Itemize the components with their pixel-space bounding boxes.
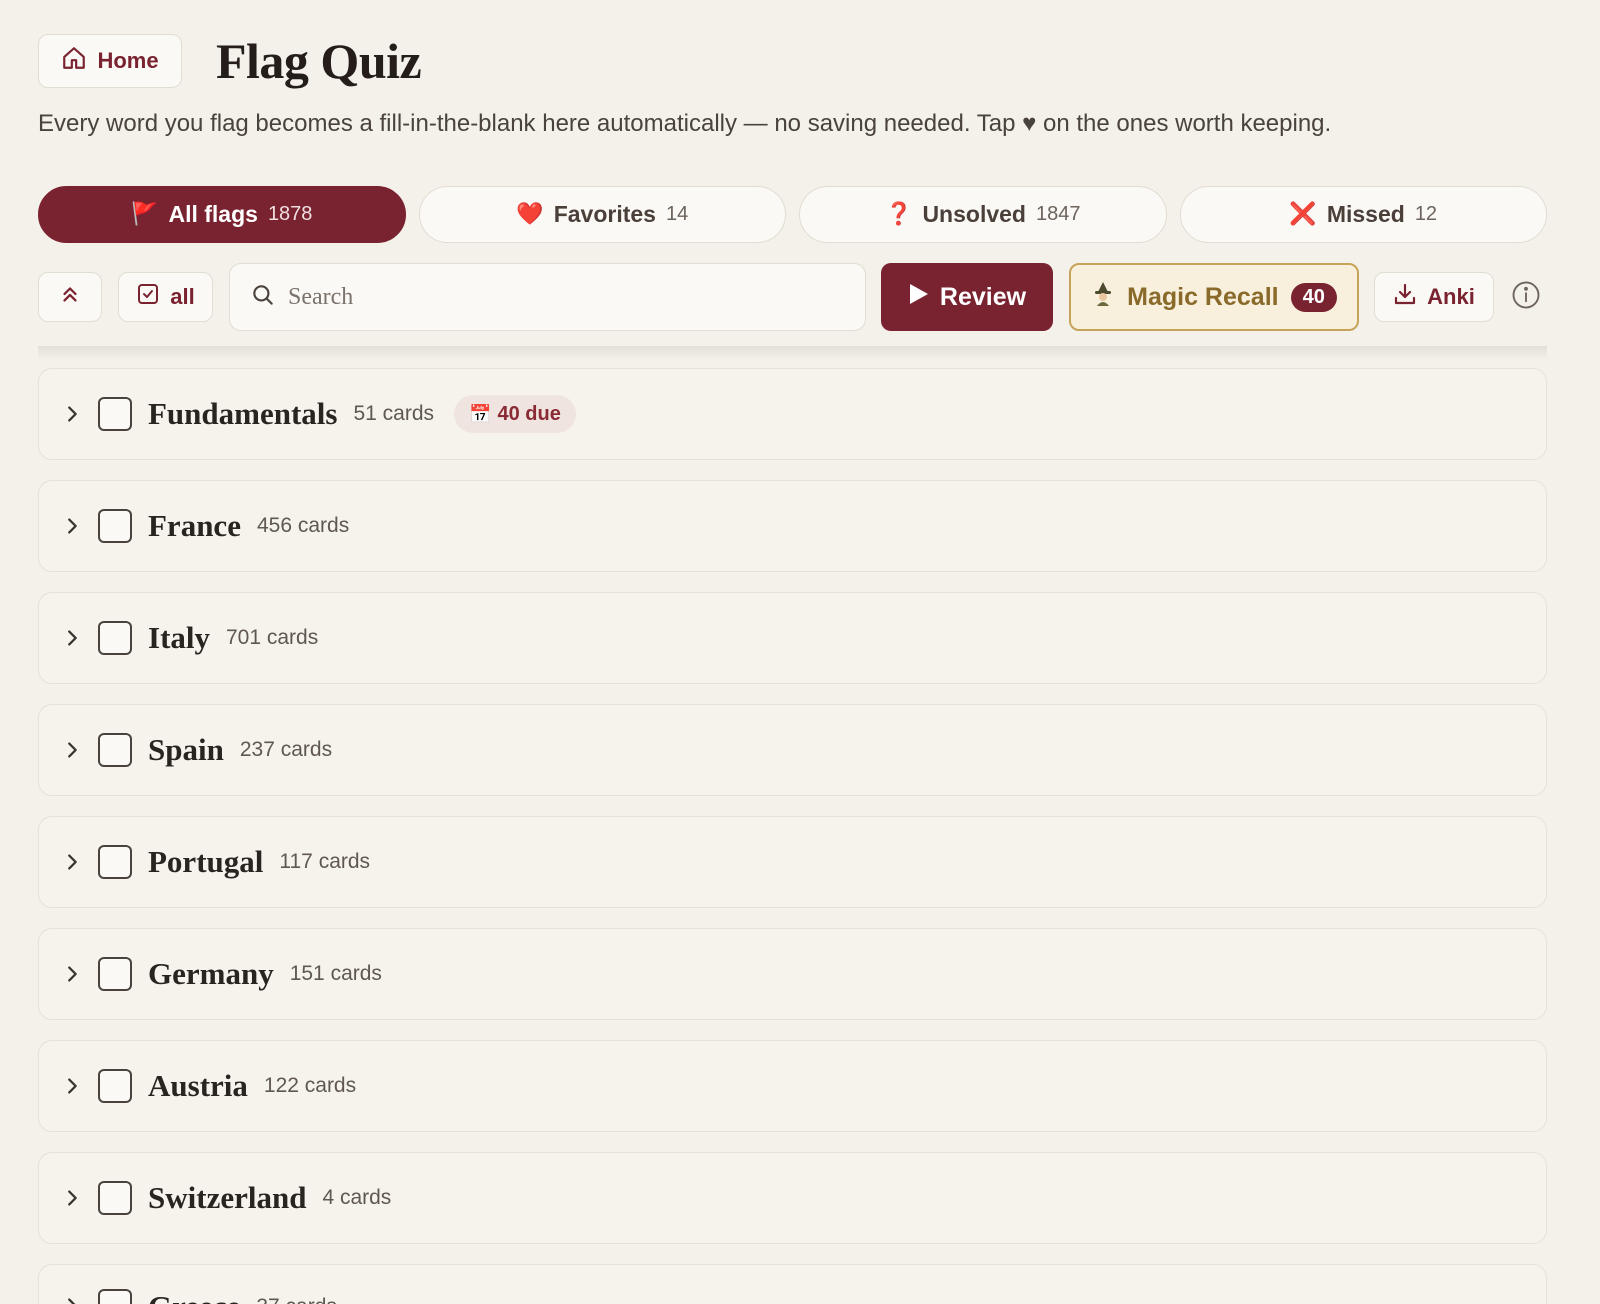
anki-export-button[interactable]: Anki (1374, 272, 1494, 322)
home-icon (61, 45, 87, 77)
deck-checkbox[interactable] (98, 845, 132, 879)
tab-count: 14 (665, 203, 689, 225)
deck-title: Fundamentals (148, 396, 338, 431)
deck-row-spain[interactable]: Spain 237 cards (38, 704, 1547, 796)
download-icon (1393, 282, 1417, 312)
deck-row-austria[interactable]: Austria 122 cards (38, 1040, 1547, 1132)
deck-card-count: 456 cards (256, 514, 350, 537)
chevron-right-icon[interactable] (61, 739, 83, 761)
tab-count: 1878 (267, 203, 313, 225)
search-box (229, 263, 866, 331)
deck-card-count: 37 cards (256, 1295, 337, 1304)
deck-checkbox[interactable] (98, 957, 132, 991)
deck-title: Switzerland (148, 1180, 307, 1215)
deck-row-italy[interactable]: Italy 701 cards (38, 592, 1547, 684)
deck-card-count: 237 cards (239, 738, 333, 761)
chevron-right-icon[interactable] (61, 1075, 83, 1097)
deck-title: Portugal (148, 844, 264, 879)
magic-recall-count: 40 (1290, 282, 1337, 312)
select-all-label: all (170, 284, 195, 309)
magic-recall-label: Magic Recall (1127, 282, 1279, 311)
deck-row-greece[interactable]: Greece 37 cards (38, 1264, 1547, 1304)
deck-title: Austria (148, 1068, 248, 1103)
tab-unsolved[interactable]: ❓ Unsolved 1847 (799, 186, 1167, 243)
tab-missed[interactable]: ❌ Missed 12 (1179, 186, 1547, 243)
chevron-right-icon[interactable] (61, 1187, 83, 1209)
deck-row-fundamentals[interactable]: Fundamentals 51 cards 📅 40 due (38, 368, 1547, 460)
due-label: 40 due (497, 402, 561, 425)
collapse-all-button[interactable] (38, 272, 102, 322)
search-icon (250, 282, 276, 313)
heart-icon: ❤️ (516, 202, 544, 227)
calendar-icon: 📅 (469, 403, 492, 425)
deck-title: Germany (148, 956, 274, 991)
deck-checkbox[interactable] (98, 397, 132, 431)
anki-label: Anki (1427, 284, 1475, 309)
deck-title: Italy (148, 620, 210, 655)
deck-row-portugal[interactable]: Portugal 117 cards (38, 816, 1547, 908)
info-icon[interactable] (1511, 280, 1541, 310)
deck-checkbox[interactable] (98, 621, 132, 655)
review-label: Review (939, 282, 1027, 311)
tab-all-flags[interactable]: 🚩 All flags 1878 (38, 186, 406, 243)
deck-checkbox[interactable] (98, 1181, 132, 1215)
header: Home Flag Quiz (38, 33, 422, 89)
flag-icon: 🚩 (131, 202, 159, 227)
home-button[interactable]: Home (38, 34, 182, 88)
tab-count: 1847 (1035, 203, 1081, 225)
deck-card-count: 701 cards (226, 626, 319, 649)
chevron-right-icon[interactable] (61, 1295, 83, 1304)
tab-label: Missed (1326, 201, 1405, 227)
deck-checkbox[interactable] (98, 509, 132, 543)
chevron-right-icon[interactable] (61, 515, 83, 537)
toolbar: all Review Magic Recall 40 Anki (38, 256, 1547, 360)
chevron-right-icon[interactable] (61, 403, 83, 425)
deck-row-switzerland[interactable]: Switzerland 4 cards (38, 1152, 1547, 1244)
select-all-button[interactable]: all (118, 272, 213, 322)
tab-label: Favorites (553, 201, 656, 227)
review-button[interactable]: Review (881, 263, 1053, 331)
cross-icon: ❌ (1289, 202, 1317, 227)
deck-title: France (148, 508, 241, 543)
deck-card-count: 122 cards (263, 1074, 357, 1097)
wizard-icon (1091, 281, 1115, 314)
deck-row-germany[interactable]: Germany 151 cards (38, 928, 1547, 1020)
page-title: Flag Quiz (216, 33, 422, 89)
deck-row-france[interactable]: France 456 cards (38, 480, 1547, 572)
page-subtitle: Every word you flag becomes a fill-in-th… (38, 110, 1332, 137)
chevron-right-icon[interactable] (61, 851, 83, 873)
deck-card-count: 151 cards (289, 962, 382, 985)
deck-card-count: 117 cards (279, 850, 371, 873)
due-badge: 📅 40 due (454, 395, 576, 433)
filter-tabs: 🚩 All flags 1878 ❤️ Favorites 14 ❓ Unsol… (38, 186, 1547, 243)
chevrons-up-icon (59, 283, 81, 311)
chevron-right-icon[interactable] (61, 963, 83, 985)
deck-title: Spain (148, 732, 224, 767)
deck-title: Greece (148, 1289, 240, 1304)
tab-label: All flags (168, 201, 258, 227)
tab-count: 12 (1414, 203, 1438, 225)
deck-checkbox[interactable] (98, 733, 132, 767)
chevron-right-icon[interactable] (61, 627, 83, 649)
magic-recall-button[interactable]: Magic Recall 40 (1069, 263, 1359, 331)
tab-favorites[interactable]: ❤️ Favorites 14 (418, 186, 786, 243)
deck-card-count: 51 cards (353, 402, 435, 425)
question-icon: ❓ (885, 202, 913, 227)
tab-label: Unsolved (922, 201, 1026, 227)
search-input[interactable] (288, 283, 848, 311)
checkbox-checked-icon (136, 282, 160, 312)
play-icon (908, 282, 930, 313)
home-label: Home (97, 48, 159, 73)
deck-checkbox[interactable] (98, 1289, 132, 1304)
deck-checkbox[interactable] (98, 1069, 132, 1103)
deck-card-count: 4 cards (322, 1186, 392, 1209)
